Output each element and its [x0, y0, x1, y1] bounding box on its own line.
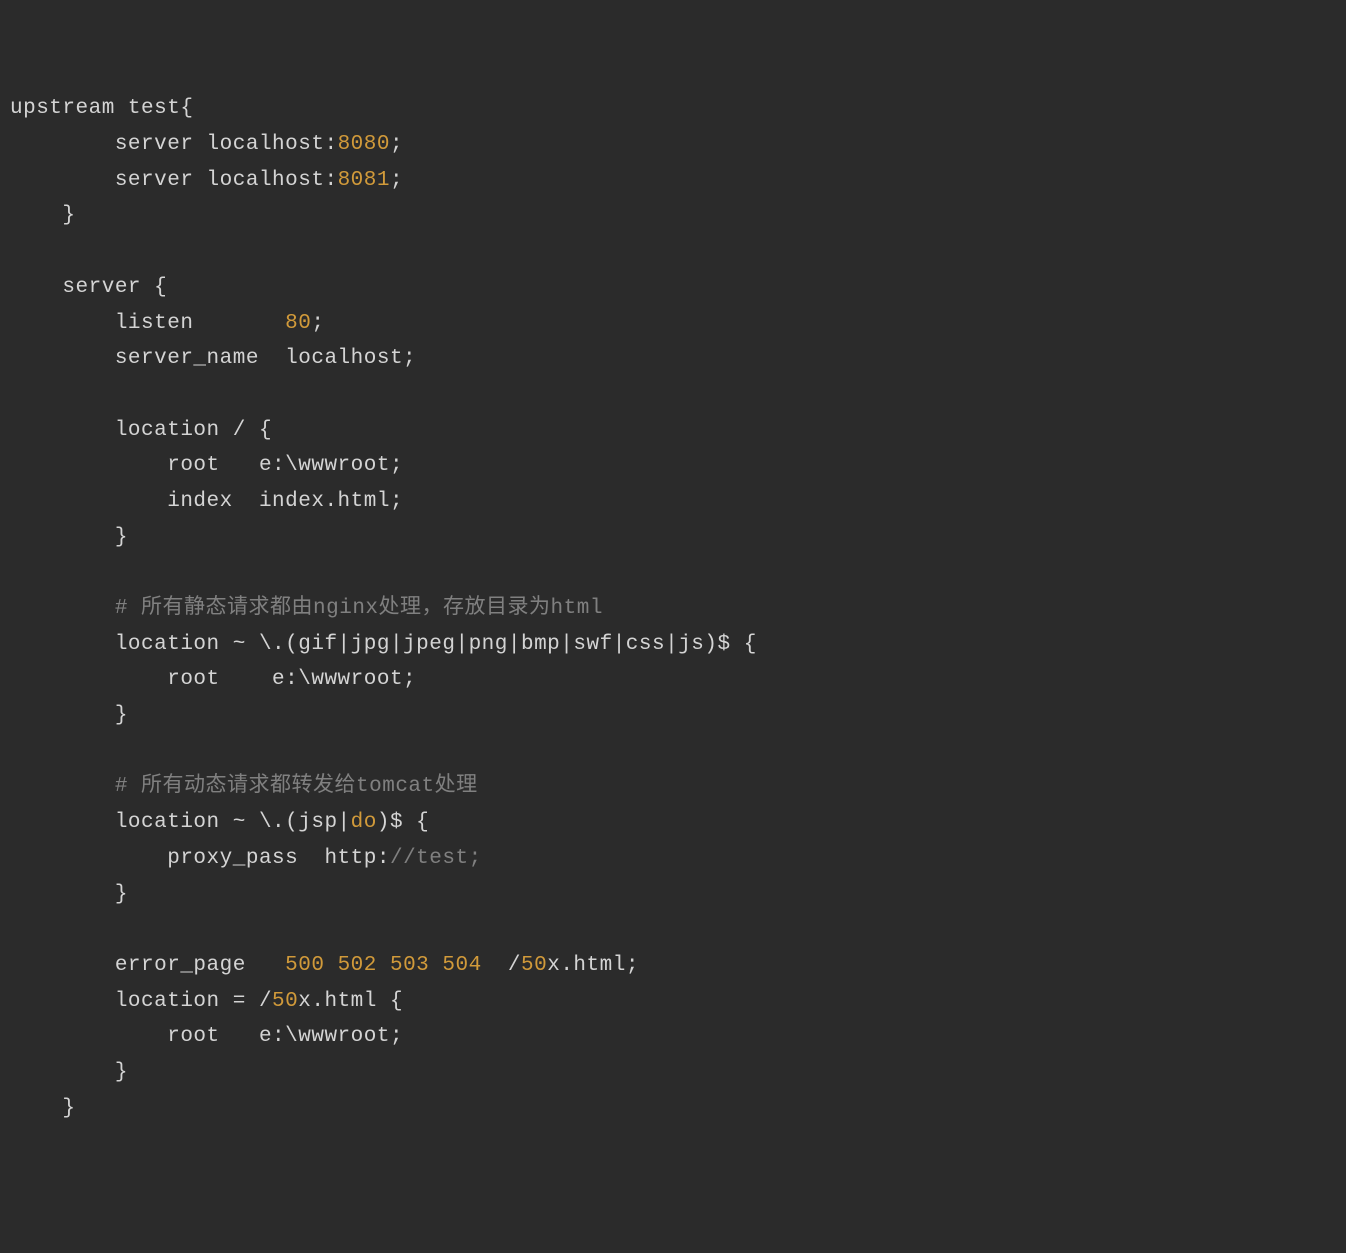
code-line: location / { [10, 419, 272, 442]
code-line: } [10, 204, 76, 227]
code-line: server localhost:8080; [10, 133, 403, 156]
code-line: server localhost:8081; [10, 169, 403, 192]
code-line: listen 80; [10, 312, 324, 335]
code-line: } [10, 1061, 128, 1084]
code-line: index index.html; [10, 490, 403, 513]
code-line: } [10, 526, 128, 549]
code-line: } [10, 883, 128, 906]
code-line: # 所有静态请求都由nginx处理，存放目录为html [10, 597, 603, 620]
code-line: # 所有动态请求都转发给tomcat处理 [10, 775, 478, 798]
code-line: server_name localhost; [10, 347, 416, 370]
code-line: root e:\wwwroot; [10, 1025, 403, 1048]
code-line: server { [10, 276, 167, 299]
code-line: proxy_pass http://test; [10, 847, 482, 870]
code-line: root e:\wwwroot; [10, 454, 403, 477]
code-line: location ~ \.(gif|jpg|jpeg|png|bmp|swf|c… [10, 633, 757, 656]
code-line: location = /50x.html { [10, 990, 403, 1013]
code-line: upstream test{ [10, 97, 193, 120]
code-line: root e:\wwwroot; [10, 668, 416, 691]
code-line: location ~ \.(jsp|do)$ { [10, 811, 429, 834]
code-line: error_page 500 502 503 504 /50x.html; [10, 954, 639, 977]
code-line: } [10, 704, 128, 727]
code-line: } [10, 1097, 76, 1120]
code-block: upstream test{ server localhost:8080; se… [10, 91, 1336, 1126]
